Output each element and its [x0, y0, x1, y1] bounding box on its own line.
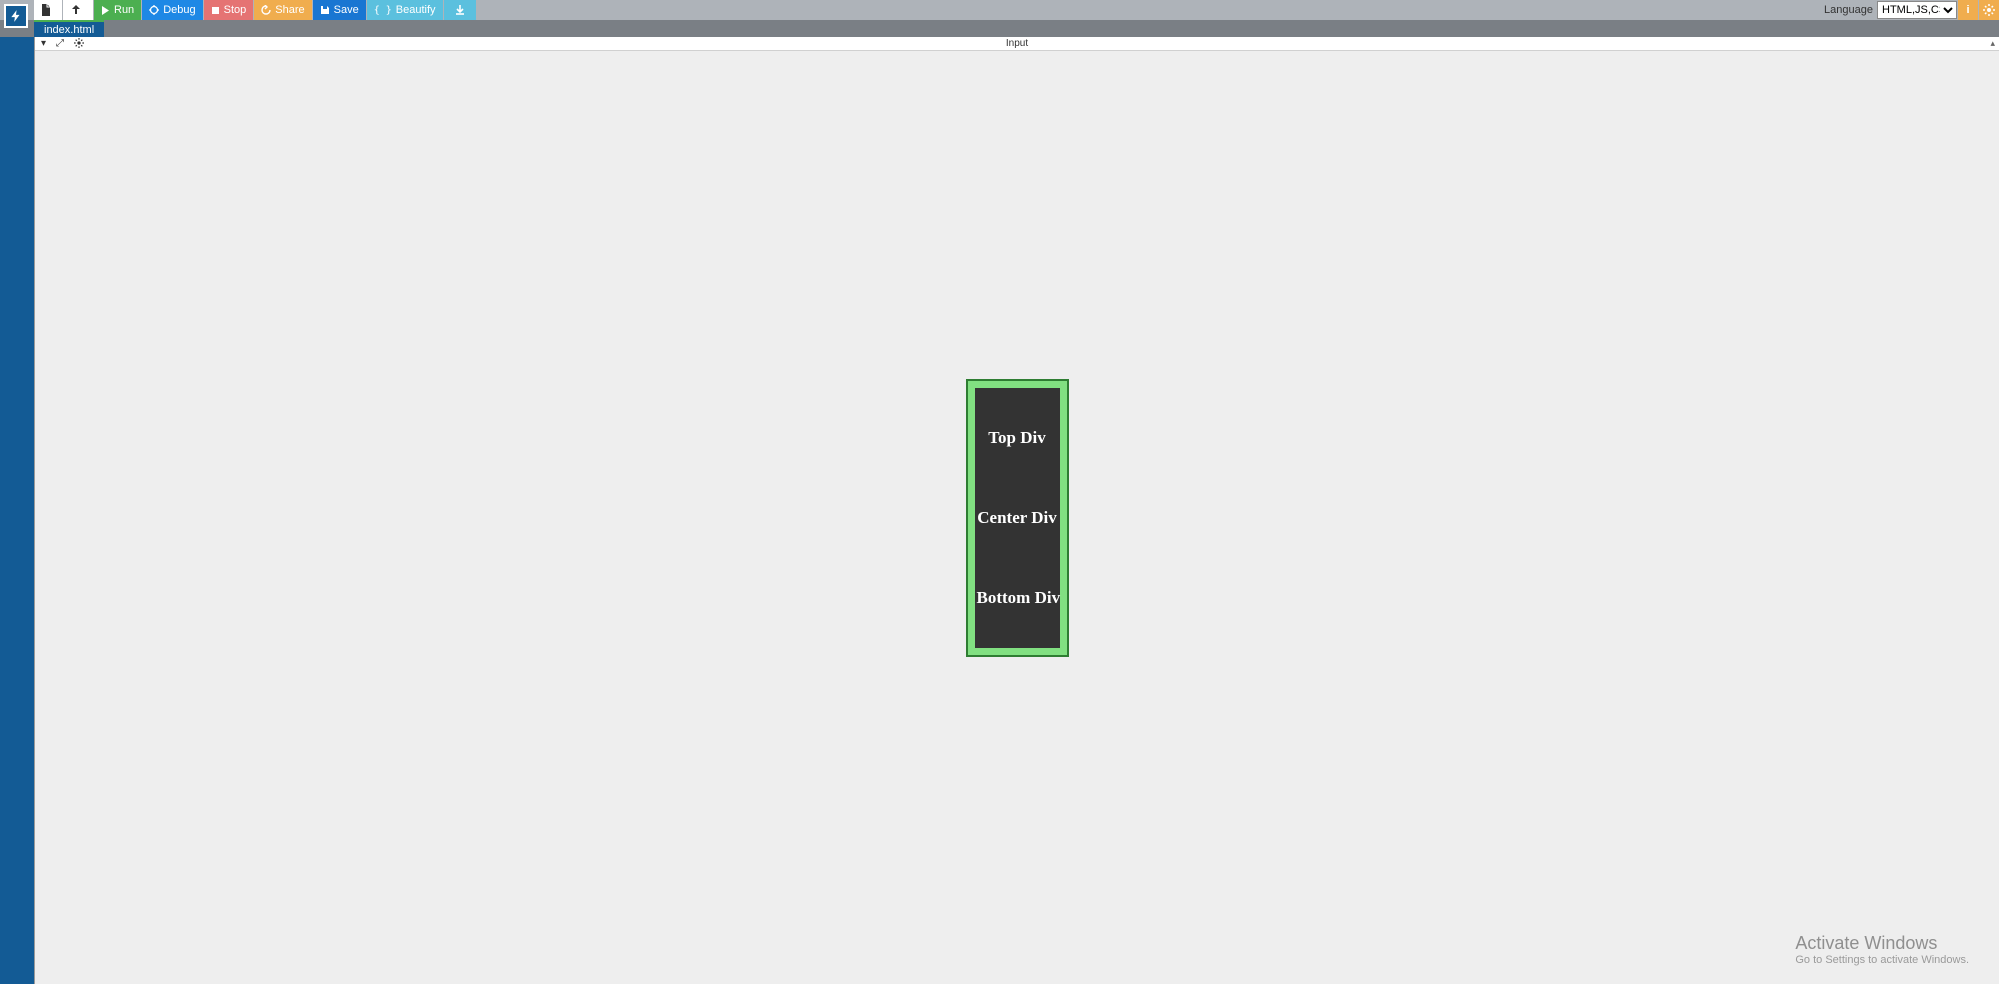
braces-icon: { }: [374, 5, 392, 16]
output-top-div: Top Div: [977, 428, 1058, 448]
settings-button[interactable]: [1979, 0, 1999, 20]
main-area: ▾ ⤢ Input ▴ Top Div Center Div Bottom Di…: [0, 37, 1999, 984]
file-tab-index[interactable]: index.html: [34, 20, 104, 37]
preview-panel: ▾ ⤢ Input ▴ Top Div Center Div Bottom Di…: [34, 37, 1999, 984]
debug-label: Debug: [163, 4, 195, 16]
beautify-label: Beautify: [396, 4, 436, 16]
chevron-down-icon[interactable]: ▾: [41, 38, 46, 49]
download-button[interactable]: [444, 0, 476, 20]
stop-icon: [211, 6, 220, 15]
left-rail: [0, 37, 34, 984]
output-bottom-div: Bottom Div: [977, 588, 1058, 608]
run-button[interactable]: Run: [94, 0, 141, 20]
gear-icon: [1983, 4, 1995, 16]
upload-button[interactable]: [63, 0, 93, 20]
file-icon: [41, 4, 51, 16]
watermark-line1: Activate Windows: [1795, 933, 1969, 954]
file-tab-bar: index.html: [0, 20, 1999, 37]
expand-icon[interactable]: ⤢: [56, 38, 64, 49]
info-icon: i: [1966, 4, 1969, 16]
upload-icon: [70, 4, 82, 16]
stop-button[interactable]: Stop: [204, 0, 254, 20]
collapse-icon[interactable]: ▴: [1990, 38, 1995, 49]
language-label: Language: [1824, 0, 1877, 20]
gear-icon[interactable]: [74, 38, 84, 49]
watermark-line2: Go to Settings to activate Windows.: [1795, 954, 1969, 966]
debug-button[interactable]: Debug: [142, 0, 202, 20]
preview-body: Top Div Center Div Bottom Div Activate W…: [35, 51, 1999, 984]
preview-title: Input: [1006, 38, 1028, 49]
output-inner-box: Top Div Center Div Bottom Div: [975, 388, 1060, 648]
run-label: Run: [114, 4, 134, 16]
app-logo[interactable]: [4, 4, 28, 28]
save-label: Save: [334, 4, 359, 16]
crosshair-icon: [149, 5, 159, 15]
beautify-button[interactable]: { } Beautify: [367, 0, 443, 20]
share-label: Share: [275, 4, 304, 16]
share-button[interactable]: Share: [254, 0, 311, 20]
file-tab-label: index.html: [44, 24, 94, 36]
lightning-icon: [9, 9, 23, 23]
output-outer-box: Top Div Center Div Bottom Div: [966, 379, 1069, 657]
info-button[interactable]: i: [1958, 0, 1978, 20]
new-file-button[interactable]: [34, 0, 62, 20]
language-select[interactable]: HTML,JS,CSS: [1877, 1, 1957, 19]
play-icon: [101, 6, 110, 15]
output-center-div: Center Div: [977, 508, 1058, 528]
share-icon: [261, 5, 271, 15]
windows-watermark: Activate Windows Go to Settings to activ…: [1795, 933, 1969, 966]
save-icon: [320, 5, 330, 15]
preview-header: ▾ ⤢ Input ▴: [35, 37, 1999, 51]
save-button[interactable]: Save: [313, 0, 366, 20]
stop-label: Stop: [224, 4, 247, 16]
download-icon: [454, 4, 466, 16]
main-toolbar: Run Debug Stop Share Save { } Beautify L…: [0, 0, 1999, 20]
